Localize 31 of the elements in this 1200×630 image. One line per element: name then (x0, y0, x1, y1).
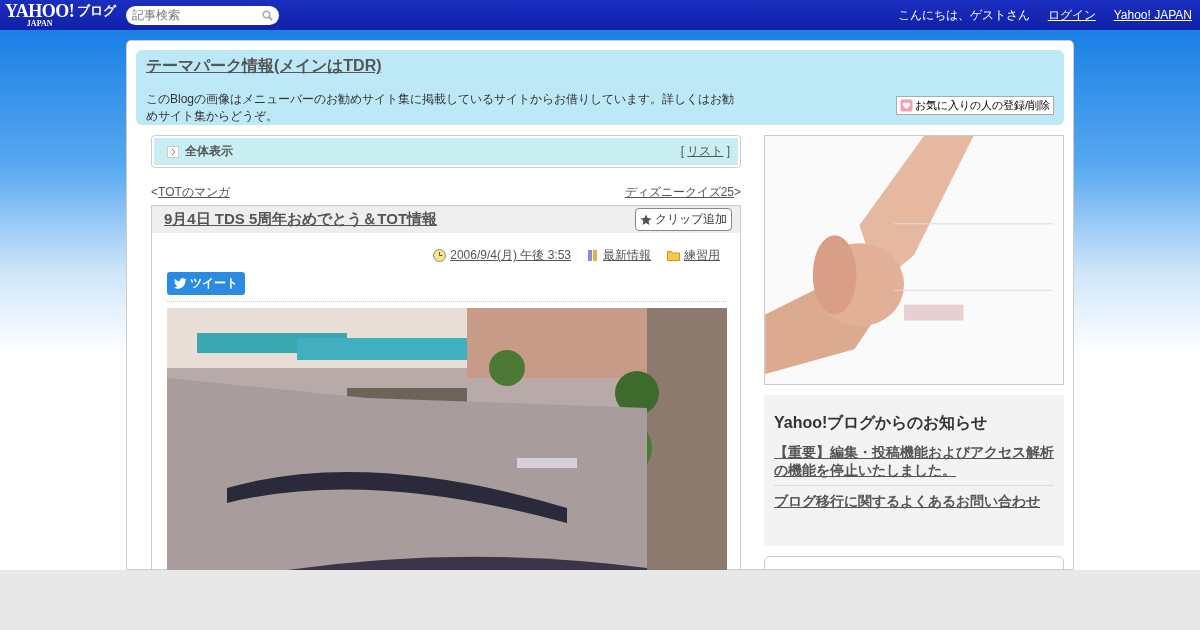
list-link-text: [ リスト ] (680, 143, 730, 160)
notice-title: Yahoo!ブログからのお知らせ (774, 413, 989, 433)
date-link[interactable]: 2006/9/4(月) 午後 3:53 (450, 247, 571, 264)
clip-button[interactable]: クリップ追加 (635, 208, 732, 231)
greeting-text: こんにちは、ゲストさん (897, 6, 1030, 24)
tweet-button[interactable]: ツイート (167, 272, 245, 295)
view-label: 全体表示 (185, 143, 233, 160)
next-link[interactable]: ディズニークイズ25 (624, 185, 734, 199)
heart-icon (899, 99, 913, 112)
folder-link[interactable]: 練習用 (684, 247, 720, 264)
notice-link[interactable]: 【重要】編集・投稿機能およびアクセス解析の機能を停止いたしました。 (774, 443, 1054, 485)
blog-title[interactable]: テーマパーク情報(メインはTDR) (146, 56, 382, 77)
folder-icon (667, 250, 680, 261)
next-link-text: ディズニークイズ25> (624, 184, 741, 201)
blog-description: このBlogの画像はメニューバーのお勧めサイト集に掲載しているサイトからお借りしています。詳しくはお勧めサイト集からどうぞ。 (146, 91, 736, 125)
article-title[interactable]: 9月4日 TDS 5周年おめでとう＆TOT情報 (164, 210, 438, 229)
search-field[interactable]: 記事検索 (126, 5, 280, 25)
site-logo[interactable]: YAHOO! JAPAN ブログ (5, 2, 117, 28)
header-link[interactable]: Yahoo! JAPAN (1113, 8, 1192, 22)
prev-link-text: <TOTのマンガ (151, 184, 230, 201)
favorite-button[interactable]: お気に入りの人の登録/削除 (895, 96, 1054, 115)
prev-link[interactable]: TOTのマンガ (158, 185, 230, 199)
bird-icon (174, 278, 187, 289)
category-link[interactable]: 最新情報 (603, 247, 651, 264)
book-icon (587, 249, 599, 262)
header-link[interactable]: ログイン (1047, 6, 1096, 24)
search-icon (262, 9, 274, 21)
notice-link[interactable]: ブログ移行に関するよくあるお問い合わせ (774, 485, 1054, 516)
list-link[interactable]: リスト (687, 144, 724, 158)
clock-icon (433, 249, 447, 262)
star-icon (640, 213, 652, 226)
